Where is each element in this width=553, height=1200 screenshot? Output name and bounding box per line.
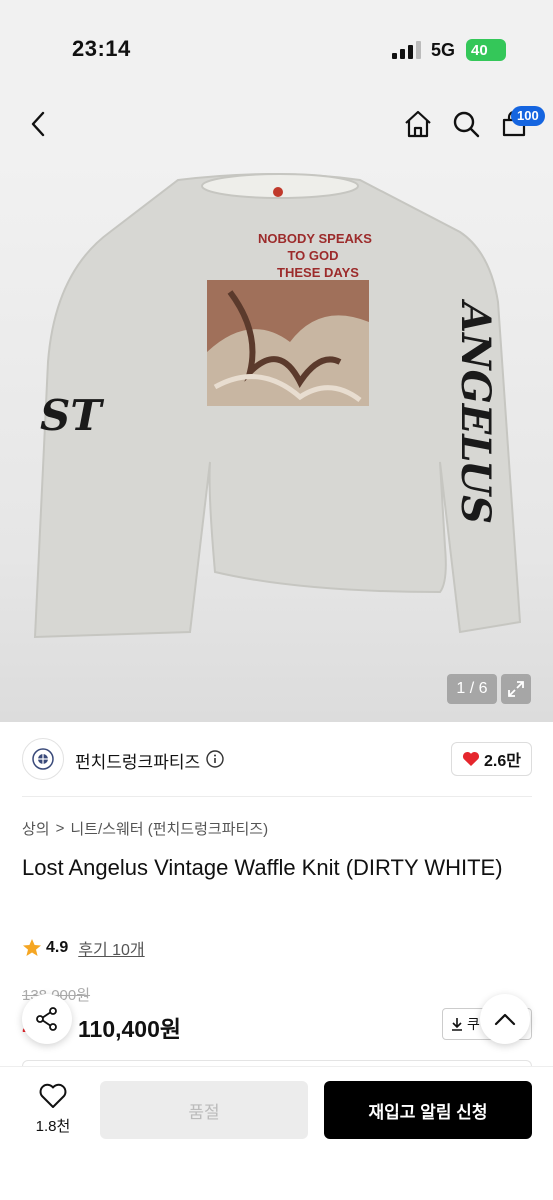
brand-logo[interactable] xyxy=(22,738,64,780)
search-button[interactable] xyxy=(448,106,484,142)
restock-alert-button[interactable]: 재입고 알림 신청 xyxy=(324,1081,532,1139)
network-label: 5G xyxy=(431,40,456,60)
back-button[interactable] xyxy=(20,106,56,142)
heart-filled-icon xyxy=(462,751,480,766)
sleeve-left-text: ST xyxy=(40,391,104,440)
chevron-up-icon xyxy=(494,1013,516,1026)
brand-like-button[interactable]: 2.6만 xyxy=(451,742,532,776)
wishlist-count: 1.8천 xyxy=(35,1118,71,1135)
brand-emblem-icon xyxy=(32,748,54,770)
soldout-button: 품절 xyxy=(100,1081,308,1139)
coupon-label: 쿠 xyxy=(467,1016,480,1032)
breadcrumb-category[interactable]: 상의 xyxy=(22,818,50,839)
rating-value: 4.9 xyxy=(46,939,69,956)
sale-price: 110,400원 xyxy=(78,1016,182,1042)
brand-name[interactable]: 펀치드렁크파티즈 xyxy=(75,748,200,773)
battery-level: 40 xyxy=(471,41,488,59)
search-icon xyxy=(453,111,480,138)
status-bar: 23:14 5G 40 ⚡ xyxy=(0,0,553,92)
wishlist-button[interactable]: 1.8천 xyxy=(22,1083,84,1143)
breadcrumb-subcategory[interactable]: 니트/스웨터 (펀치드렁크파티즈) xyxy=(70,818,268,839)
graphic-text-line3: THESE DAYS xyxy=(277,265,359,280)
brand-row: 펀치드렁크파티즈 2.6만 xyxy=(22,738,532,782)
heart-outline-icon xyxy=(39,1083,67,1108)
image-counter: 1 / 6 xyxy=(447,674,497,704)
status-time: 23:14 xyxy=(72,36,131,61)
cart-count-badge: 100 xyxy=(511,106,545,126)
share-button[interactable] xyxy=(22,994,72,1044)
brand-like-count: 2.6만 xyxy=(484,753,521,770)
product-image: NOBODY SPEAKS TO GOD THESE DAYS ST ANGEL… xyxy=(33,173,522,639)
battery-indicator: 40 ⚡ xyxy=(466,39,507,61)
charging-icon: ⚡ xyxy=(497,41,507,56)
review-count-link[interactable]: 후기 10개 xyxy=(78,936,144,960)
rating-row: 4.9 후기 10개 xyxy=(22,936,145,960)
graphic-text-line1: NOBODY SPEAKS xyxy=(258,231,372,246)
product-title: Lost Angelus Vintage Waffle Knit (DIRTY … xyxy=(22,855,503,880)
breadcrumb: 상의 > 니트/스웨터 (펀치드렁크파티즈) xyxy=(22,818,268,839)
download-icon xyxy=(452,1018,462,1031)
info-icon[interactable] xyxy=(206,750,224,768)
expand-icon xyxy=(508,681,524,697)
product-image-carousel[interactable]: NOBODY SPEAKS TO GOD THESE DAYS ST ANGEL… xyxy=(0,162,553,722)
share-icon xyxy=(36,1007,57,1031)
star-icon xyxy=(23,939,41,956)
signal-icon xyxy=(392,41,421,59)
expand-image-button[interactable] xyxy=(501,674,531,704)
chevron-left-icon xyxy=(31,111,45,137)
breadcrumb-separator: > xyxy=(55,820,65,837)
scroll-top-button[interactable] xyxy=(480,994,530,1044)
home-button[interactable] xyxy=(400,106,436,142)
graphic-text-line2: TO GOD xyxy=(287,248,338,263)
divider xyxy=(22,796,532,797)
sleeve-right-text: ANGELUS xyxy=(452,298,499,524)
home-icon xyxy=(405,110,431,138)
bottom-action-bar: 1.8천 품절 재입고 알림 신청 xyxy=(0,1066,553,1200)
top-nav xyxy=(0,92,553,162)
